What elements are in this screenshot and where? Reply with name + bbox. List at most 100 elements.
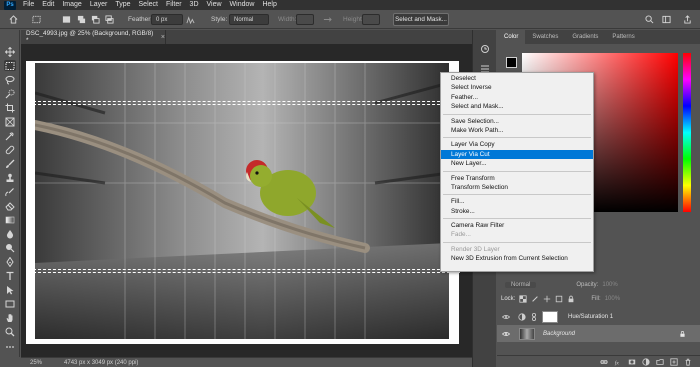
menu-3d[interactable]: 3D	[186, 0, 203, 10]
layer-row[interactable]: Hue/Saturation 1	[497, 308, 700, 325]
menu-item-save-selection[interactable]: Save Selection...	[441, 117, 593, 126]
chain-link-icon[interactable]	[531, 312, 537, 321]
pen-tool[interactable]	[4, 256, 16, 267]
rectangle-tool[interactable]	[4, 298, 16, 309]
zoom-tool[interactable]	[4, 326, 16, 337]
quick-select-tool[interactable]	[4, 88, 16, 99]
brush-tool[interactable]	[4, 158, 16, 169]
menu-item-layer-via-cut[interactable]: Layer Via Cut	[441, 149, 593, 160]
blend-mode-select[interactable]: Normal	[505, 282, 537, 288]
gradient-tool[interactable]	[4, 214, 16, 225]
menu-help[interactable]: Help	[258, 0, 280, 10]
subtract-selection-icon[interactable]	[91, 15, 100, 24]
menu-item-new-layer[interactable]: New Layer...	[441, 159, 593, 168]
frame-tool[interactable]	[4, 116, 16, 127]
intersect-selection-icon[interactable]	[105, 15, 114, 24]
feather-input[interactable]: 0 px	[151, 14, 183, 25]
lasso-tool[interactable]	[4, 74, 16, 85]
move-tool[interactable]	[4, 46, 16, 57]
close-icon[interactable]: ×	[161, 34, 165, 41]
menu-item-layer-via-copy[interactable]: Layer Via Copy	[441, 140, 593, 149]
menu-window[interactable]: Window	[226, 0, 259, 10]
zoom-level[interactable]: 25%	[30, 360, 42, 366]
select-and-mask-button[interactable]: Select and Mask...	[393, 13, 449, 26]
menu-file[interactable]: File	[19, 0, 38, 10]
link-layers-icon[interactable]	[600, 358, 608, 366]
hue-slider[interactable]	[683, 53, 691, 212]
search-icon[interactable]	[645, 15, 654, 24]
workspace-icon[interactable]	[662, 15, 671, 24]
menu-type[interactable]: Type	[111, 0, 134, 10]
eye-icon[interactable]	[502, 314, 510, 320]
more-tools[interactable]	[4, 341, 16, 352]
menu-item-select-inverse[interactable]: Select Inverse	[441, 83, 593, 92]
eyedropper-tool[interactable]	[4, 130, 16, 141]
foreground-color-swatch[interactable]	[506, 57, 517, 68]
menu-view[interactable]: View	[203, 0, 226, 10]
layer-name[interactable]: Background	[543, 331, 575, 337]
menu-item-transform-selection[interactable]: Transform Selection	[441, 183, 593, 192]
tab-color[interactable]: Color	[497, 30, 526, 44]
share-icon[interactable]	[683, 15, 692, 24]
menu-item-deselect[interactable]: Deselect	[441, 74, 593, 83]
lock-artboard-icon[interactable]	[555, 295, 563, 303]
menu-image[interactable]: Image	[58, 0, 85, 10]
history-brush-tool[interactable]	[4, 186, 16, 197]
new-selection-icon[interactable]	[62, 15, 71, 24]
menu-layer[interactable]: Layer	[86, 0, 112, 10]
blur-tool[interactable]	[4, 228, 16, 239]
height-input[interactable]	[362, 14, 380, 25]
history-panel-icon[interactable]	[479, 44, 491, 54]
menu-item-camera-raw-filter[interactable]: Camera Raw Filter	[441, 221, 593, 230]
layer-row-selected[interactable]: Background	[497, 325, 700, 342]
menu-item-stroke[interactable]: Stroke...	[441, 207, 593, 216]
marquee-tool[interactable]	[4, 60, 16, 71]
menu-filter[interactable]: Filter	[162, 0, 186, 10]
menu-item-feather[interactable]: Feather...	[441, 93, 593, 102]
layer-style-icon[interactable]: fx	[614, 358, 622, 366]
fill-input[interactable]: 100%	[605, 296, 620, 302]
path-selection-tool[interactable]	[4, 284, 16, 295]
width-input[interactable]	[296, 14, 314, 25]
home-icon[interactable]	[9, 15, 18, 24]
menu-item-fill[interactable]: Fill...	[441, 197, 593, 206]
new-adjustment-icon[interactable]	[642, 357, 650, 366]
document-dimensions[interactable]: 4743 px x 3049 px (240 ppi)	[64, 360, 138, 366]
menu-item-free-transform[interactable]: Free Transform	[441, 174, 593, 183]
tab-patterns[interactable]: Patterns	[605, 30, 641, 44]
hand-tool[interactable]	[4, 312, 16, 323]
rect-marquee-icon[interactable]	[32, 15, 41, 24]
crop-tool[interactable]	[4, 102, 16, 113]
new-group-icon[interactable]	[656, 358, 664, 366]
menu-edit[interactable]: Edit	[38, 0, 58, 10]
anti-alias-icon[interactable]	[186, 15, 195, 24]
add-selection-icon[interactable]	[77, 15, 86, 24]
opacity-input[interactable]: 100%	[602, 282, 617, 288]
lock-position-icon[interactable]	[543, 295, 551, 303]
trash-icon[interactable]	[684, 358, 692, 366]
lock-pixels-icon[interactable]	[531, 295, 539, 303]
photoshop-logo-icon[interactable]: Ps	[4, 0, 16, 10]
menu-item-select-and-mask[interactable]: Select and Mask...	[441, 102, 593, 111]
lock-all-icon[interactable]	[567, 295, 575, 303]
stamp-tool[interactable]	[4, 172, 16, 183]
layer-name[interactable]: Hue/Saturation 1	[568, 314, 613, 320]
eraser-tool[interactable]	[4, 200, 16, 211]
new-layer-icon[interactable]	[670, 357, 678, 366]
eye-icon[interactable]	[502, 331, 510, 337]
dodge-tool[interactable]	[4, 242, 16, 253]
lock-transparency-icon[interactable]	[519, 295, 527, 303]
layer-thumbnail[interactable]	[519, 327, 535, 340]
menu-item-make-work-path[interactable]: Make Work Path...	[441, 126, 593, 135]
style-select[interactable]: Normal	[229, 14, 269, 25]
add-mask-icon[interactable]	[628, 358, 636, 366]
type-tool[interactable]	[4, 270, 16, 281]
tab-gradients[interactable]: Gradients	[565, 30, 605, 44]
layer-mask-thumbnail[interactable]	[542, 310, 558, 323]
menu-item-new-3d-extrusion[interactable]: New 3D Extrusion from Current Selection	[441, 254, 593, 263]
document-tab[interactable]: DSC_4993.jpg @ 25% (Background, RGB/8) *…	[21, 30, 166, 44]
swap-dimensions-icon[interactable]	[323, 15, 332, 24]
tab-swatches[interactable]: Swatches	[525, 30, 565, 44]
healing-brush-tool[interactable]	[4, 144, 16, 155]
menu-select[interactable]: Select	[135, 0, 162, 10]
